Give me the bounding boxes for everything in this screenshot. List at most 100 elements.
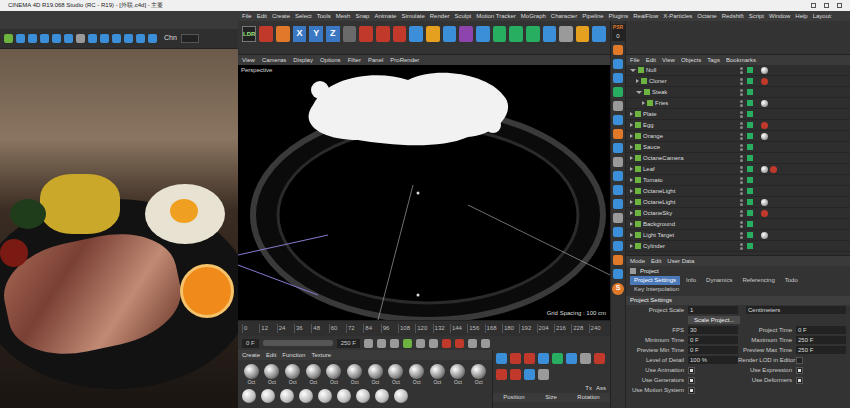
attribute-tab[interactable]: Todo <box>781 276 802 285</box>
material[interactable]: Oct <box>469 364 488 386</box>
enable-check-icon[interactable] <box>747 210 753 216</box>
material-tag-icon[interactable] <box>761 232 768 239</box>
tool-icon[interactable] <box>376 26 390 42</box>
editor-dot-icon[interactable] <box>740 100 743 103</box>
coord-button[interactable]: Tx <box>585 384 592 393</box>
object-row[interactable]: Null <box>626 65 850 76</box>
field-value[interactable]: 0 F <box>688 346 738 354</box>
material[interactable]: Oct <box>345 364 364 386</box>
editor-dot-icon[interactable] <box>740 199 743 202</box>
material-tag-icon[interactable] <box>761 100 768 107</box>
tool-icon[interactable] <box>613 199 623 209</box>
material[interactable]: Oct <box>263 364 282 386</box>
render-dot-icon[interactable] <box>740 71 743 74</box>
expand-toggle[interactable] <box>630 244 633 248</box>
tool-icon[interactable] <box>613 115 623 125</box>
render-dot-icon[interactable] <box>740 170 743 173</box>
render-dot-icon[interactable] <box>740 159 743 162</box>
tool-icon[interactable] <box>510 353 521 364</box>
tool-icon[interactable] <box>543 26 557 42</box>
visibility-dots[interactable] <box>740 133 743 140</box>
enable-check-icon[interactable] <box>747 111 753 117</box>
enable-check-icon[interactable] <box>747 232 753 238</box>
enable-check-icon[interactable] <box>747 177 753 183</box>
menu-item[interactable]: Sculpt <box>454 11 471 21</box>
render-dot-icon[interactable] <box>740 82 743 85</box>
expand-toggle[interactable] <box>630 189 633 193</box>
material-tag-icon[interactable] <box>761 67 768 74</box>
visibility-dots[interactable] <box>740 199 743 206</box>
viewport-menu-item[interactable]: Display <box>293 55 313 65</box>
enable-check-icon[interactable] <box>747 155 753 161</box>
enable-check-icon[interactable] <box>747 78 753 84</box>
tool-icon[interactable] <box>496 369 507 380</box>
visibility-dots[interactable] <box>740 177 743 184</box>
channel-select[interactable]: Chn <box>164 33 199 44</box>
transport-icon[interactable] <box>416 339 425 348</box>
attribute-menu-item[interactable]: User Data <box>667 257 694 266</box>
tool-icon[interactable] <box>613 157 623 167</box>
minimize-icon[interactable] <box>811 3 816 8</box>
expand-toggle[interactable] <box>630 167 633 171</box>
checkbox[interactable] <box>688 387 695 394</box>
field-value[interactable]: 250 F <box>796 346 846 354</box>
maximize-icon[interactable] <box>824 3 829 8</box>
object-row[interactable]: Cylinder <box>626 241 850 252</box>
tool-icon[interactable] <box>613 185 623 195</box>
visibility-dots[interactable] <box>740 243 743 250</box>
material[interactable]: Oct <box>407 364 426 386</box>
menu-item[interactable]: Animate <box>374 11 396 21</box>
tool-icon[interactable] <box>538 353 549 364</box>
enable-check-icon[interactable] <box>747 122 753 128</box>
enable-check-icon[interactable] <box>747 221 753 227</box>
tool-icon[interactable] <box>16 34 25 43</box>
object-row[interactable]: Leaf <box>626 164 850 175</box>
expand-toggle[interactable] <box>630 233 633 237</box>
material[interactable]: Oct <box>449 364 468 386</box>
object-row[interactable]: OctaneLight <box>626 186 850 197</box>
tool-icon[interactable] <box>510 369 521 380</box>
visibility-dots[interactable] <box>740 122 743 129</box>
visibility-dots[interactable] <box>740 155 743 162</box>
tool-icon[interactable] <box>526 26 540 42</box>
tool-icon[interactable] <box>613 269 623 279</box>
object-menu-item[interactable]: View <box>662 56 675 65</box>
axis-button[interactable]: Y <box>309 26 323 42</box>
object-row[interactable]: Plate <box>626 109 850 120</box>
tool-icon[interactable] <box>496 353 507 364</box>
attribute-menu-item[interactable]: Edit <box>651 257 661 266</box>
transport-icon[interactable] <box>364 339 373 348</box>
checkbox[interactable] <box>796 357 803 364</box>
editor-dot-icon[interactable] <box>740 166 743 169</box>
range-slider[interactable] <box>263 340 333 346</box>
menu-item[interactable]: Snap <box>355 11 369 21</box>
tool-icon[interactable] <box>64 34 73 43</box>
expand-toggle[interactable] <box>630 222 633 226</box>
tool-icon[interactable] <box>613 73 623 83</box>
tool-icon[interactable] <box>524 369 535 380</box>
tool-icon[interactable] <box>613 255 623 265</box>
attribute-tab[interactable]: Dynamics <box>702 276 736 285</box>
enable-check-icon[interactable] <box>747 199 753 205</box>
close-icon[interactable] <box>837 3 842 8</box>
tool-icon[interactable] <box>580 353 591 364</box>
menu-item[interactable]: Create <box>272 11 290 21</box>
object-row[interactable]: Tomato <box>626 175 850 186</box>
tool-icon[interactable] <box>613 241 623 251</box>
viewport-menu-item[interactable]: Panel <box>368 55 383 65</box>
octane-tag-icon[interactable] <box>761 122 768 129</box>
transport-icon[interactable] <box>429 339 438 348</box>
enable-check-icon[interactable] <box>747 166 753 172</box>
material[interactable]: Oct <box>325 364 344 386</box>
object-row[interactable]: OctaneLight <box>626 197 850 208</box>
visibility-dots[interactable] <box>740 89 743 96</box>
tool-icon[interactable] <box>613 171 623 181</box>
checkbox[interactable] <box>688 367 695 374</box>
field-value[interactable]: 1 <box>688 306 738 314</box>
timeline[interactable]: 0122436486072849610812013214415616818019… <box>238 320 610 336</box>
tool-icon[interactable] <box>4 34 13 43</box>
object-row[interactable]: Background <box>626 219 850 230</box>
menu-item[interactable]: Render <box>430 11 450 21</box>
material-menu-item[interactable]: Edit <box>266 351 276 360</box>
tool-icon[interactable] <box>493 26 507 42</box>
